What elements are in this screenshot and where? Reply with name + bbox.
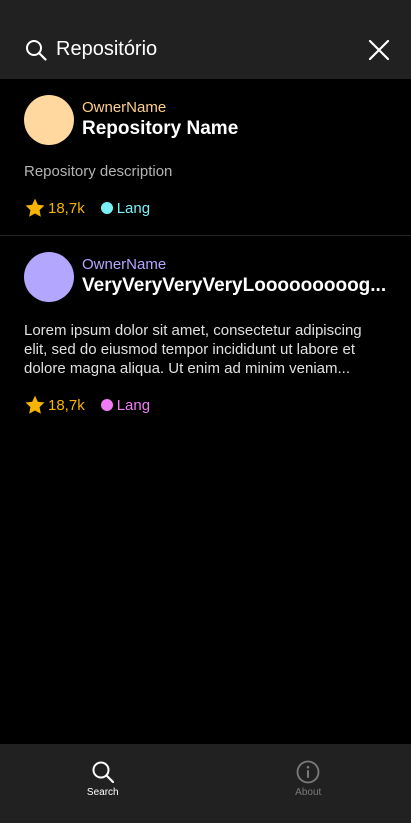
owner-name: OwnerName: [82, 256, 167, 273]
repository-name: VeryVeryVeryVeryLooooooooog...: [82, 275, 387, 296]
repository-meta: 18,7k Lang: [24, 394, 389, 416]
repository-card[interactable]: OwnerName Repository Name Repository des…: [0, 79, 411, 235]
nav-label-search: Search: [86, 787, 119, 798]
search-bar: [0, 0, 411, 79]
language-tag: Lang: [100, 199, 151, 217]
language-tag: Lang: [100, 396, 151, 414]
repository-header: OwnerName VeryVeryVeryVeryLooooooooog...: [24, 252, 389, 302]
star-count: 18,7k: [24, 197, 85, 219]
search-icon: [24, 38, 48, 62]
owner-name: OwnerName: [82, 99, 167, 116]
clear-search-button[interactable]: [367, 38, 391, 62]
star-icon: [25, 198, 45, 217]
star-icon: [25, 395, 45, 414]
app-screen: OwnerName Repository Name Repository des…: [0, 0, 411, 823]
language-dot-icon: [100, 399, 113, 411]
nav-label-about: About: [295, 787, 322, 798]
nav-item-about[interactable]: About: [206, 744, 411, 823]
star-count-value: 18,7k: [48, 199, 85, 217]
repository-card[interactable]: OwnerName VeryVeryVeryVeryLooooooooog...…: [0, 235, 411, 432]
repository-list: OwnerName Repository Name Repository des…: [0, 79, 411, 432]
search-icon: [92, 761, 114, 784]
language-name: Lang: [116, 199, 151, 217]
repository-description: Lorem ipsum dolor sit amet, consectetur …: [24, 322, 362, 377]
star-count: 18,7k: [24, 394, 85, 416]
search-input[interactable]: [56, 36, 367, 62]
star-count-value: 18,7k: [48, 396, 85, 414]
language-name: Lang: [116, 396, 151, 414]
language-dot-icon: [100, 202, 113, 214]
repository-header: OwnerName Repository Name: [24, 95, 389, 145]
repository-titles: OwnerName Repository Name: [82, 99, 389, 141]
repository-meta: 18,7k Lang: [24, 197, 389, 219]
bottom-navigation: Search About: [0, 744, 411, 823]
owner-avatar: [24, 95, 74, 145]
repository-titles: OwnerName VeryVeryVeryVeryLooooooooog...: [82, 256, 389, 298]
repository-name: Repository Name: [82, 118, 239, 139]
close-icon: [368, 39, 390, 61]
repository-description: Repository description: [24, 163, 173, 180]
info-icon: [296, 760, 320, 784]
nav-item-search[interactable]: Search: [0, 744, 206, 823]
owner-avatar: [24, 252, 74, 302]
